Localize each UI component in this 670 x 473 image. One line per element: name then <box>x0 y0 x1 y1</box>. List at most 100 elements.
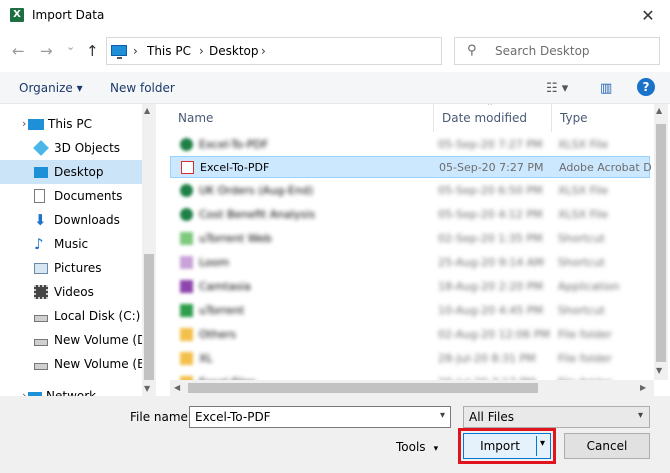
cancel-button[interactable]: Cancel <box>564 433 650 459</box>
file-row[interactable]: Cost Benefit Analysis 05-Sep-20 4:12 PM … <box>170 204 650 226</box>
chevron-down-icon[interactable]: ▾ <box>540 438 545 449</box>
file-type: XLSX File <box>558 208 609 221</box>
shortcut-icon <box>180 256 193 269</box>
app-icon <box>180 280 193 293</box>
file-row[interactable]: Loom 25-Aug-20 9:14 AM Shortcut <box>170 252 650 274</box>
file-row[interactable]: uTorrent Web 02-Sep-20 1:35 PM Shortcut <box>170 228 650 250</box>
desktop-icon <box>34 167 48 178</box>
chevron-down-icon[interactable]: ▾ <box>638 410 643 421</box>
nav-item-new-volume-d[interactable]: New Volume (D: <box>0 328 150 352</box>
import-button[interactable]: Import ▾ <box>463 433 551 459</box>
file-row[interactable]: UK Orders (Aug-End) 05-Sep-20 6:50 PM XL… <box>170 180 650 202</box>
address-segment-desktop[interactable]: Desktop <box>209 44 259 58</box>
organize-button[interactable]: Organize ▾ <box>19 81 83 95</box>
file-type: Shortcut <box>558 304 605 317</box>
nav-item-local-disk[interactable]: Local Disk (C:) <box>0 304 142 328</box>
recent-locations-button[interactable]: ⌄ <box>66 40 75 53</box>
scroll-thumb[interactable] <box>656 124 666 362</box>
nav-item-music[interactable]: ♪ Music <box>0 232 142 256</box>
drive-icon <box>34 339 48 346</box>
file-name: XL <box>199 352 213 365</box>
column-header-name[interactable]: Name <box>170 104 434 132</box>
pdf-file-icon <box>181 161 194 174</box>
excel-file-icon <box>180 184 193 197</box>
file-type: File folder <box>558 352 612 365</box>
file-row[interactable]: XL 28-Jul-20 8:31 PM File folder <box>170 348 650 370</box>
title-bar: X Import Data ✕ <box>0 0 670 32</box>
nav-item-label: This PC <box>48 117 92 131</box>
file-name: Cost Benefit Analysis <box>199 208 316 221</box>
nav-item-label: Videos <box>54 285 94 299</box>
file-type: XLSX File <box>558 184 609 197</box>
file-row[interactable]: Others 02-Aug-20 12:06 PM File folder <box>170 324 650 346</box>
view-options-icon[interactable]: ☷ ▾ <box>546 81 568 96</box>
nav-item-desktop[interactable]: Desktop <box>0 160 142 184</box>
scroll-down-icon[interactable]: ▼ <box>656 366 662 375</box>
address-bar[interactable]: › This PC › Desktop › ⌄ ↻ <box>106 37 536 65</box>
window-title: Import Data <box>32 8 105 22</box>
command-toolbar: Organize ▾ New folder ☷ ▾ ▥ ? <box>0 72 670 104</box>
scroll-thumb[interactable] <box>188 383 538 393</box>
column-header-date[interactable]: Date modified ⌃ <box>434 104 552 132</box>
search-box[interactable]: ⚲ Search Desktop <box>454 37 660 65</box>
forward-button[interactable]: → <box>40 42 53 60</box>
chevron-down-icon[interactable]: ▾ <box>440 410 445 421</box>
column-header-type[interactable]: Type <box>552 104 654 132</box>
file-list-hscrollbar[interactable]: ◀ ▶ <box>170 380 654 396</box>
close-button[interactable]: ✕ <box>638 6 658 26</box>
file-name-label: File name: <box>130 410 192 424</box>
shortcut-icon <box>180 232 193 245</box>
nav-item-label: Music <box>54 237 89 251</box>
file-name-input[interactable]: Excel-To-PDF ▾ <box>189 406 451 428</box>
nav-item-documents[interactable]: Documents <box>0 184 142 208</box>
file-type: File folder <box>558 328 612 341</box>
scroll-up-icon[interactable]: ▲ <box>656 106 662 115</box>
column-header-label: Date modified <box>442 111 528 125</box>
file-row[interactable]: uTorrent 10-Aug-20 4:45 PM Shortcut <box>170 300 650 322</box>
scroll-left-icon[interactable]: ◀ <box>174 383 180 392</box>
nav-item-downloads[interactable]: ⬇ Downloads <box>0 208 142 232</box>
file-list-scrollbar[interactable]: ▲ ▼ <box>654 104 668 380</box>
file-row[interactable]: Camtasia 18-Aug-20 2:20 PM Application <box>170 276 650 298</box>
cube-icon <box>33 140 49 156</box>
drive-icon <box>34 363 48 370</box>
tools-button[interactable]: Tools ▾ <box>396 440 438 454</box>
address-segment-this-pc[interactable]: This PC <box>147 44 191 58</box>
scroll-right-icon[interactable]: ▶ <box>640 383 646 392</box>
nav-item-new-volume-e[interactable]: New Volume (E:) <box>0 352 153 376</box>
nav-item-label: Local Disk (C:) <box>54 309 141 323</box>
nav-item-3d-objects[interactable]: 3D Objects <box>0 136 142 160</box>
file-row[interactable]: Excel-To-PDF 05-Sep-20 7:27 PM XLSX File <box>170 134 650 156</box>
up-button[interactable]: ↑ <box>86 42 99 60</box>
address-chevron-icon[interactable]: › <box>261 44 266 58</box>
address-chevron-icon[interactable]: › <box>199 44 204 58</box>
file-row-selected[interactable]: Excel-To-PDF 05-Sep-20 7:27 PM Adobe Acr… <box>170 156 652 178</box>
nav-item-label: Desktop <box>54 165 104 179</box>
preview-pane-icon[interactable]: ▥ <box>600 81 612 96</box>
expand-icon[interactable]: › <box>22 112 26 136</box>
import-label: Import <box>480 439 520 453</box>
search-input[interactable]: Search Desktop <box>495 44 590 58</box>
nav-item-pictures[interactable]: Pictures <box>0 256 142 280</box>
chevron-down-icon: ▾ <box>433 444 439 454</box>
nav-item-videos[interactable]: Videos <box>0 280 142 304</box>
file-type-filter[interactable]: All Files ▾ <box>463 406 650 428</box>
address-chevron-icon[interactable]: › <box>133 44 138 58</box>
pc-icon <box>111 45 127 59</box>
file-type: File folder <box>558 372 612 380</box>
file-date: 10-Aug-20 4:45 PM <box>438 304 543 317</box>
file-type-filter-value: All Files <box>469 410 515 424</box>
back-button[interactable]: ← <box>12 42 25 60</box>
nav-item-this-pc[interactable]: › This PC <box>0 112 142 136</box>
file-row[interactable]: Excel Files 20-Jul-20 3:17 PM File folde… <box>170 372 650 380</box>
video-icon <box>34 285 48 299</box>
file-date: 02-Sep-20 1:35 PM <box>438 232 543 245</box>
file-name: Camtasia <box>199 280 251 293</box>
scroll-thumb[interactable] <box>144 254 154 380</box>
scroll-down-icon[interactable]: ▼ <box>144 384 150 393</box>
file-list: Name Date modified ⌃ Type Excel-To-PDF 0… <box>170 104 654 380</box>
help-icon[interactable]: ? <box>637 78 655 96</box>
nav-pane-scrollbar[interactable]: ▲ ▼ <box>142 104 156 398</box>
scroll-up-icon[interactable]: ▲ <box>144 106 150 115</box>
new-folder-button[interactable]: New folder <box>110 81 175 95</box>
